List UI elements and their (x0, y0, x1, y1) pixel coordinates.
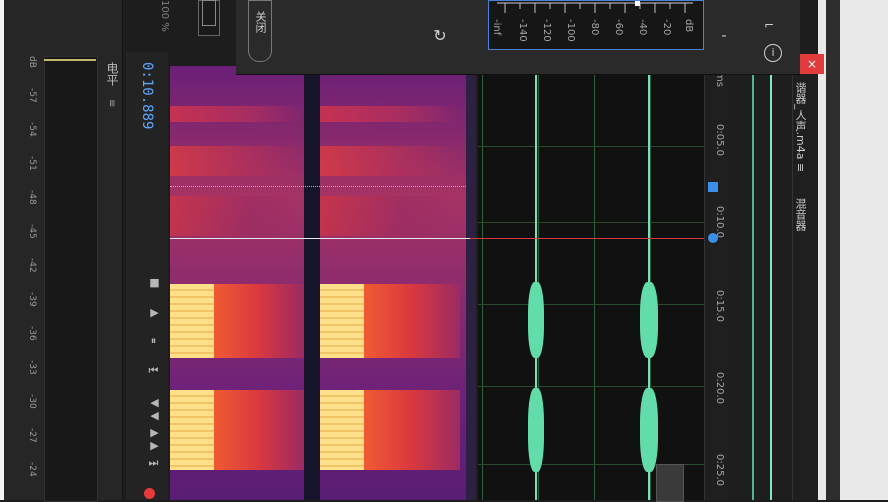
meter-scale: dB -57 -54 -51 -48 -45 -42 -39 -36 -33 -… (24, 56, 40, 500)
record-button[interactable] (144, 488, 155, 499)
ruler-tick: 0:25.0 (714, 454, 725, 486)
meter-tick: -30 (27, 394, 37, 409)
level-label: 电平 (105, 62, 119, 86)
spectral-display[interactable] (170, 66, 470, 500)
meter-tick: -36 (27, 326, 37, 341)
overview-waveform (752, 70, 754, 500)
range-marker[interactable] (708, 182, 718, 192)
ruler-tick: 0:20.0 (714, 372, 725, 404)
meter-tick: -39 (27, 292, 37, 307)
meter-unit: dB (27, 56, 37, 68)
zoom-percent: 100 % (159, 0, 170, 32)
mini-spectrum-icon[interactable] (656, 464, 684, 502)
panel-options-icon[interactable]: ⌐ (764, 18, 774, 32)
db-label: -40 (637, 19, 648, 36)
play-button[interactable]: ▶ (139, 306, 161, 319)
current-time: 0:10.889 (139, 62, 155, 130)
db-label: -80 (589, 19, 600, 36)
playhead-marker[interactable] (708, 233, 718, 243)
overview-panel (730, 70, 792, 500)
overview-waveform (770, 70, 772, 500)
meter-tick: -45 (27, 224, 37, 239)
meter-tick: -54 (27, 122, 37, 137)
reset-icon[interactable]: ↻ (430, 26, 450, 46)
file-name-text: 谐器_人声.m4a (794, 82, 807, 160)
ruler-tick: 0:05.0 (714, 124, 725, 156)
db-label: -120 (541, 19, 552, 42)
db-label: -140 (517, 19, 528, 42)
meter-tick: -24 (27, 462, 37, 477)
selection-line (170, 238, 470, 239)
file-name[interactable]: 谐器_人声.m4a ≡ (792, 82, 808, 172)
ruler-tick: 0:15.0 (714, 290, 725, 322)
db-unit: dB (683, 19, 694, 33)
db-label: -100 (565, 19, 576, 42)
meter-tick: -57 (27, 88, 37, 103)
db-label: -inf (491, 19, 502, 36)
stop-button[interactable]: ■ (139, 276, 161, 289)
close-x-button[interactable]: × (800, 54, 824, 74)
spectral-divider (466, 66, 476, 500)
mixer-tab[interactable]: 混音器 (792, 198, 808, 231)
minus-button[interactable]: - (716, 28, 732, 44)
close-button[interactable]: 关闭 (248, 0, 272, 62)
level-menu-icon[interactable]: ≡ (106, 99, 117, 107)
meter-tick: -27 (27, 428, 37, 443)
meter-tick: -33 (27, 360, 37, 375)
db-scale: -inf -140 -120 -100 -80 -60 -40 -20 dB (491, 1, 695, 49)
file-menu-icon[interactable]: ≡ (794, 163, 807, 172)
level-meter-peak (44, 59, 96, 61)
fast-forward-button[interactable]: ▶▶ (139, 426, 161, 452)
time-ruler: ms 0:05.0 0:10.0 0:15.0 0:20.0 0:25.0 (704, 70, 729, 500)
level-meter-bar (44, 56, 98, 502)
db-range-box[interactable]: -inf -140 -120 -100 -80 -60 -40 -20 dB (488, 0, 704, 50)
waveform-display[interactable] (478, 66, 704, 500)
rewind-button[interactable]: ◀◀ (139, 396, 161, 422)
meter-tick: -48 (27, 190, 37, 205)
go-to-end-button[interactable]: ⏭ (139, 458, 161, 469)
db-label: -20 (661, 19, 672, 36)
db-label: -60 (613, 19, 624, 36)
info-icon[interactable]: i (764, 44, 782, 62)
pause-button[interactable]: ⏸ (139, 336, 161, 347)
go-to-start-button[interactable]: ⏮ (139, 366, 161, 377)
window-edge (826, 0, 840, 500)
fader-handle[interactable] (202, 0, 216, 26)
meter-tick: -51 (27, 156, 37, 171)
db-slider-knob[interactable] (635, 1, 640, 6)
meter-tick: -42 (27, 258, 37, 273)
